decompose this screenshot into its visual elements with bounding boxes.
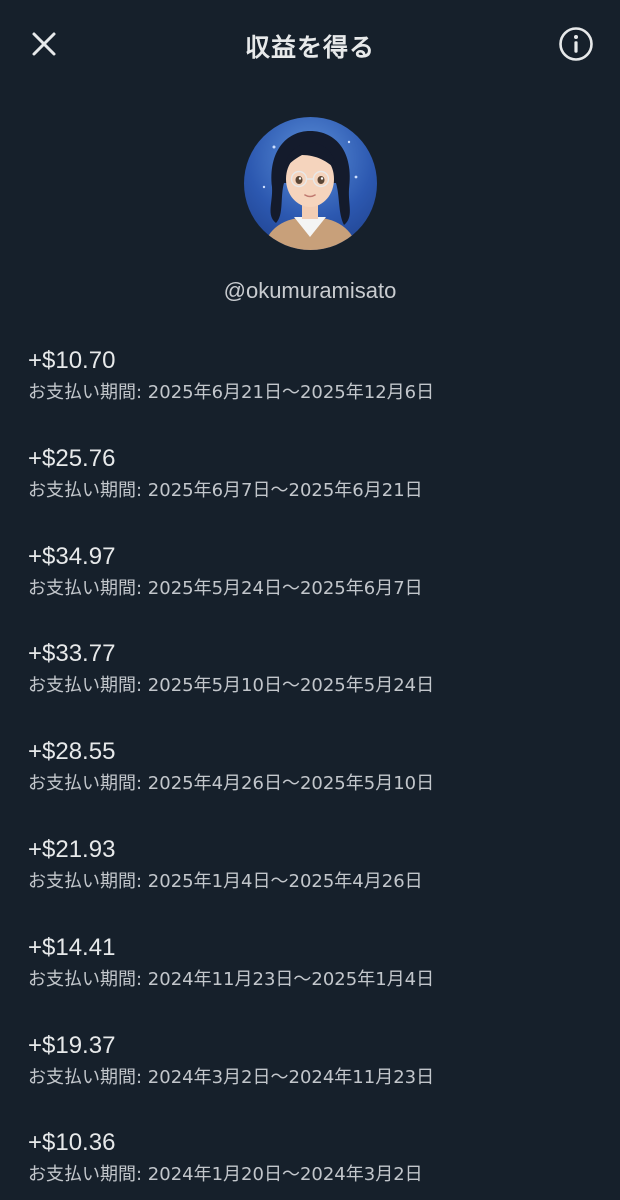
payout-period: お支払い期間: 2024年11月23日〜2025年1月4日 <box>28 968 435 990</box>
avatar-illustration <box>262 131 358 250</box>
payout-period: お支払い期間: 2025年5月24日〜2025年6月7日 <box>28 577 423 599</box>
payout-item: +$25.76 お支払い期間: 2025年6月7日〜2025年6月21日 <box>28 438 592 536</box>
payout-list: +$10.70 お支払い期間: 2025年6月21日〜2025年12月6日 +$… <box>28 340 592 1200</box>
payout-amount: +$14.41 <box>28 933 116 961</box>
payout-amount: +$34.97 <box>28 542 116 570</box>
payout-period: お支払い期間: 2025年5月10日〜2025年5月24日 <box>28 675 435 697</box>
payout-period: お支払い期間: 2025年4月26日〜2025年5月10日 <box>28 773 435 795</box>
payout-period: お支払い期間: 2025年6月21日〜2025年12月6日 <box>28 382 435 403</box>
payout-amount: +$33.77 <box>28 640 116 668</box>
payout-period: お支払い期間: 2025年1月4日〜2025年4月26日 <box>28 870 423 892</box>
payout-item: +$10.36 お支払い期間: 2024年1月20日〜2024年3月2日 <box>28 1122 592 1200</box>
avatar <box>244 117 377 250</box>
payout-amount: +$10.70 <box>28 347 116 374</box>
payout-amount: +$28.55 <box>28 738 116 766</box>
page-title: 収益を得る <box>244 33 375 62</box>
payout-amount: +$25.76 <box>28 444 116 472</box>
payout-period: お支払い期間: 2025年6月7日〜2025年6月21日 <box>28 479 423 501</box>
info-icon <box>559 27 593 61</box>
payout-item: +$10.70 お支払い期間: 2025年6月21日〜2025年12月6日 <box>28 340 592 438</box>
payout-item: +$28.55 お支払い期間: 2025年4月26日〜2025年5月10日 <box>28 731 592 829</box>
username-handle: @okumuramisato <box>223 278 397 303</box>
payout-period: お支払い期間: 2024年3月2日〜2024年11月23日 <box>28 1066 435 1088</box>
earnings-screen: 収益を得る @okumuramisato +$10.70 お支払い期間: 202… <box>0 0 620 1200</box>
header: 収益を得る <box>0 0 620 92</box>
payout-item: +$33.77 お支払い期間: 2025年5月10日〜2025年5月24日 <box>28 633 592 731</box>
payout-item: +$34.97 お支払い期間: 2025年5月24日〜2025年6月7日 <box>28 536 592 634</box>
payout-item: +$21.93 お支払い期間: 2025年1月4日〜2025年4月26日 <box>28 829 592 927</box>
payout-period: お支払い期間: 2024年1月20日〜2024年3月2日 <box>28 1164 423 1186</box>
payout-item: +$19.37 お支払い期間: 2024年3月2日〜2024年11月23日 <box>28 1025 592 1123</box>
info-button[interactable] <box>558 26 594 62</box>
payout-amount: +$10.36 <box>28 1129 116 1157</box>
payout-item: +$14.41 お支払い期間: 2024年11月23日〜2025年1月4日 <box>28 927 592 1025</box>
payout-amount: +$19.37 <box>28 1031 116 1059</box>
payout-amount: +$21.93 <box>28 835 116 863</box>
